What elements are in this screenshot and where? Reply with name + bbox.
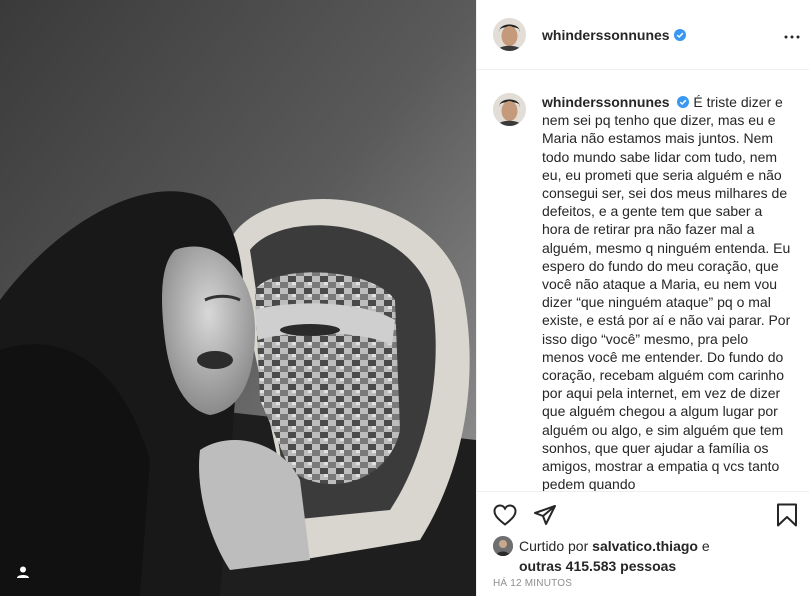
caption-avatar[interactable] [493,93,526,126]
likes-text: Curtido por salvatico.thiago e outras 41… [519,536,710,576]
photo-illustration [0,0,476,596]
likes-joiner: e [701,538,710,554]
liked-by-username[interactable]: salvatico.thiago [592,538,698,554]
verified-badge-icon [677,96,690,108]
verified-badge-icon [673,28,686,41]
post-header: whinderssonnunes [477,0,809,70]
likes-summary: Curtido por salvatico.thiago e outras 41… [493,536,803,576]
author-avatar[interactable] [493,18,526,51]
post-photo[interactable] [0,0,476,596]
likes-prefix: Curtido por [519,538,589,554]
post-timestamp[interactable]: HÁ 12 MINUTOS [493,578,572,589]
caption-section: whinderssonnunes É triste dizer e nem se… [477,71,809,491]
liker-avatar[interactable] [493,536,513,556]
user-tag-icon [16,565,30,579]
bookmark-icon[interactable] [776,503,798,532]
post-panel: whinderssonnunes whinderssonnunes É tris… [476,0,809,596]
share-icon[interactable] [533,504,557,526]
more-options-icon[interactable] [784,26,800,44]
heart-icon[interactable] [493,503,517,526]
action-bar [477,491,809,537]
caption-username[interactable]: whinderssonnunes [542,94,670,110]
caption-text: whinderssonnunes É triste dizer e nem se… [542,93,794,491]
user-tag-button[interactable] [9,558,37,586]
likes-others[interactable]: outras 415.583 pessoas [519,558,676,574]
caption-body: É triste dizer e nem sei pq tenho que di… [542,94,791,491]
author-username[interactable]: whinderssonnunes [542,27,670,43]
